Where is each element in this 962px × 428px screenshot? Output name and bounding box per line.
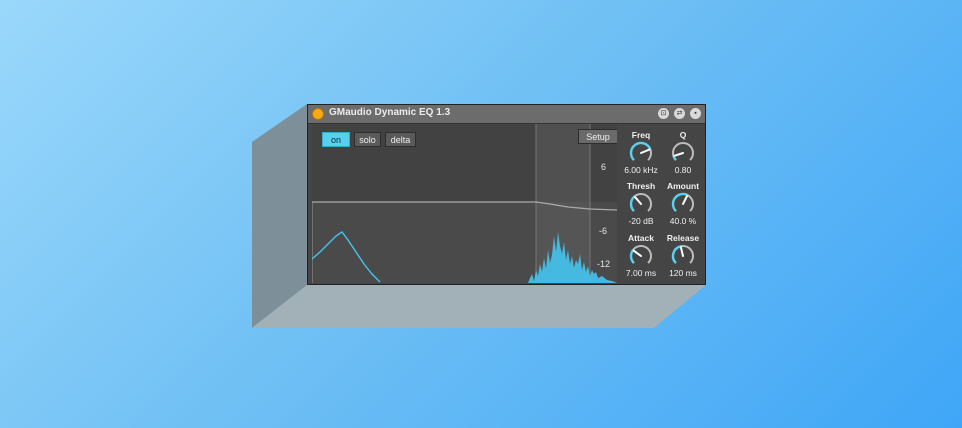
release-label: Release	[666, 233, 700, 243]
amount-knob[interactable]	[670, 191, 696, 217]
power-toggle-button[interactable]	[312, 108, 324, 120]
thresh-value: -20 dB	[628, 216, 654, 226]
knob-value-arc	[671, 245, 682, 264]
thresh-label: Thresh	[626, 181, 656, 191]
knob-pointer	[640, 148, 651, 154]
knob-track	[672, 142, 694, 161]
device-title-bar: GMaudio Dynamic EQ 1.3 ⊡ ⇄ ▪	[308, 105, 705, 124]
on-button[interactable]: on	[322, 132, 350, 147]
swap-icon[interactable]: ⇄	[674, 108, 685, 119]
attack-label: Attack	[628, 233, 654, 243]
attack-control: Attack 7.00 ms	[619, 233, 663, 278]
knob-pointer	[673, 152, 684, 157]
box-bottom-face	[252, 285, 706, 328]
knob-value-arc	[629, 195, 636, 212]
eq-display[interactable]: on solo delta Setup 6 -6 -12	[312, 124, 617, 283]
q-label: Q	[679, 130, 687, 140]
device-title: GMaudio Dynamic EQ 1.3	[329, 107, 451, 118]
amount-label: Amount	[666, 181, 700, 191]
q-value: 0.80	[674, 165, 692, 175]
db-label-minus-12: -12	[597, 259, 611, 269]
q-control: Q 0.80	[661, 130, 705, 175]
knob-pointer	[634, 196, 642, 205]
delta-button[interactable]: delta	[385, 132, 416, 147]
knob-pointer	[679, 246, 684, 257]
knob-pointer	[632, 249, 642, 257]
save-icon[interactable]: ▪	[690, 108, 701, 119]
freq-label: Freq	[631, 130, 651, 140]
link-icon[interactable]: ⊡	[658, 108, 669, 119]
knob-track	[630, 245, 652, 264]
knob-panel: Freq 6.00 kHz Q 0.80 Thresh -20 dB Amoun…	[619, 124, 705, 283]
thresh-control: Thresh -20 dB	[619, 181, 663, 226]
freq-knob[interactable]	[628, 140, 654, 166]
db-label-minus-6: -6	[599, 226, 608, 236]
plugin-device: GMaudio Dynamic EQ 1.3 ⊡ ⇄ ▪ on solo del…	[307, 104, 706, 285]
amount-value: 40.0 %	[669, 216, 697, 226]
q-knob[interactable]	[670, 140, 696, 166]
solo-button[interactable]: solo	[354, 132, 381, 147]
knob-value-arc	[629, 141, 652, 161]
freq-value: 6.00 kHz	[624, 165, 658, 175]
release-control: Release 120 ms	[661, 233, 705, 278]
release-value: 120 ms	[669, 268, 697, 278]
freq-control: Freq 6.00 kHz	[619, 130, 663, 175]
release-knob[interactable]	[670, 243, 696, 269]
attack-value: 7.00 ms	[625, 268, 657, 278]
thresh-knob[interactable]	[628, 191, 654, 217]
db-label-6: 6	[601, 162, 607, 172]
amount-control: Amount 40.0 %	[661, 181, 705, 226]
setup-button[interactable]: Setup	[578, 129, 617, 144]
knob-value-arc	[671, 192, 689, 212]
attack-knob[interactable]	[628, 243, 654, 269]
knob-value-arc	[629, 249, 635, 264]
eq-graph[interactable]	[312, 124, 617, 283]
knob-pointer	[682, 194, 689, 205]
